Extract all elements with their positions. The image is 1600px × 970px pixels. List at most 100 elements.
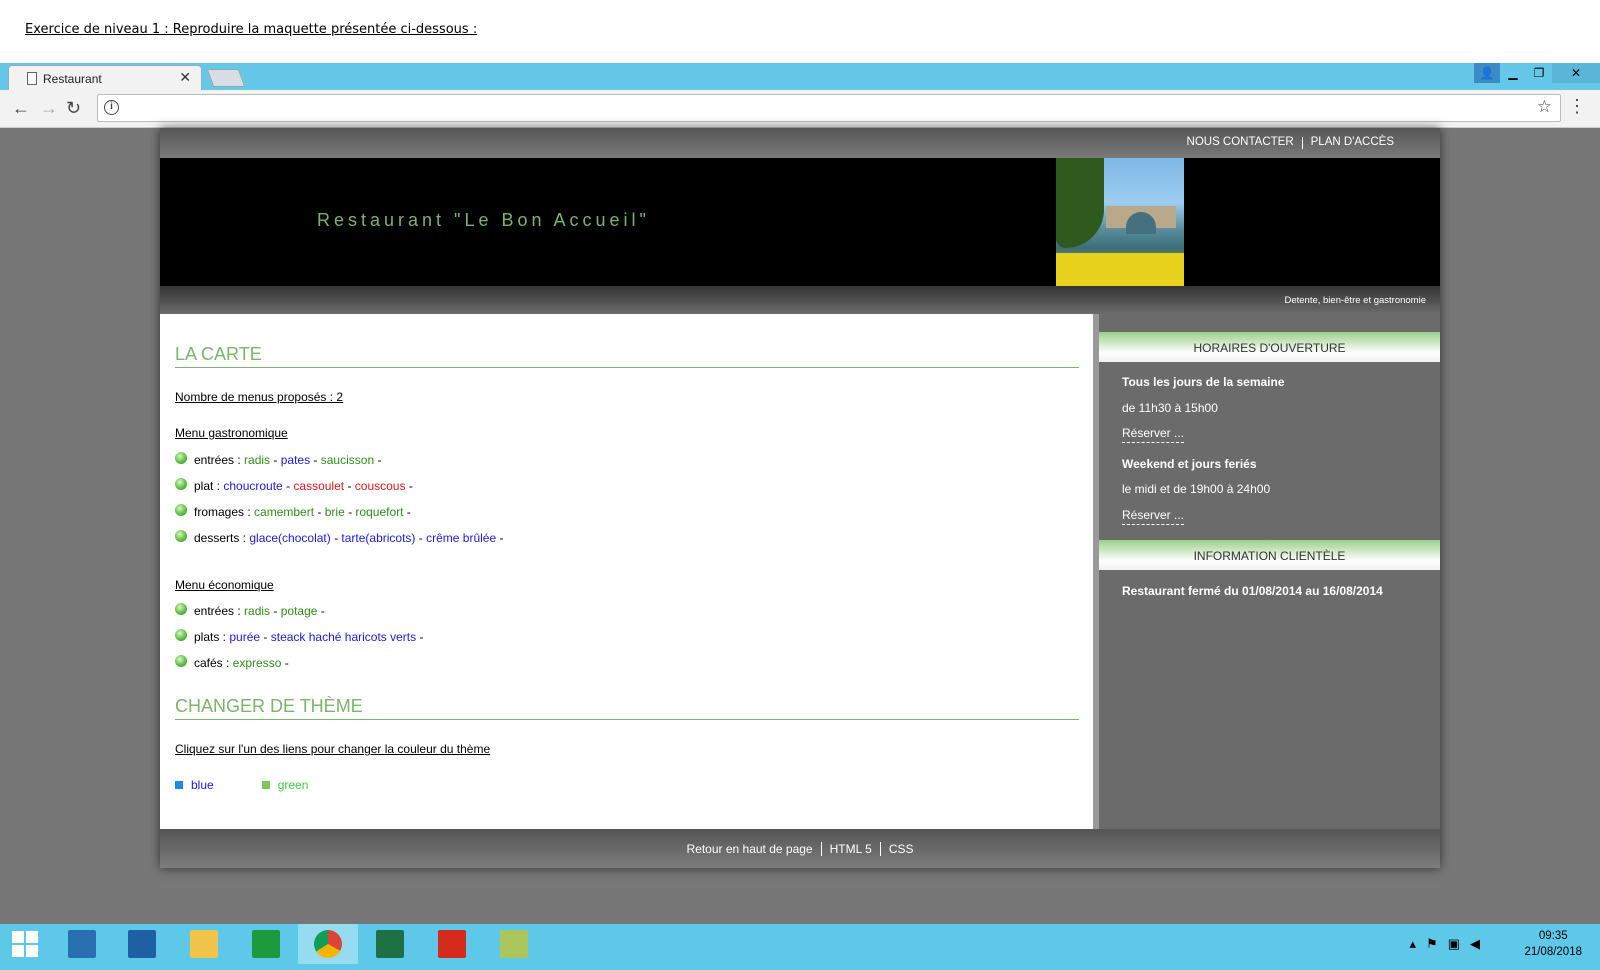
info-icon[interactable]: i [104, 100, 119, 115]
dish-link[interactable]: roquefort [355, 505, 403, 519]
menu-economique-row: entrées : radis - potage - [175, 603, 328, 618]
footer-separator [820, 841, 822, 856]
dish-link[interactable]: crême brûlée [426, 531, 496, 545]
bullet-icon [175, 530, 187, 542]
dish-separator: - [496, 531, 507, 545]
dish-link[interactable]: expresso [233, 656, 282, 670]
dish-separator: - [416, 630, 427, 644]
dish-link[interactable]: radis [244, 453, 270, 467]
dish-link[interactable]: cassoulet [293, 479, 344, 493]
user-icon[interactable]: 👤 [1474, 63, 1500, 83]
weekend-title: Weekend et jours feriés [1122, 457, 1257, 471]
menu-gastronomique-row: plat : choucroute - cassoulet - couscous… [175, 478, 417, 493]
start-button[interactable] [0, 924, 50, 964]
forward-icon[interactable]: → [40, 98, 58, 119]
dish-separator: - [374, 453, 385, 467]
dish-separator: - [405, 479, 417, 493]
menu-category-label: plats : [194, 630, 230, 644]
page-icon [27, 72, 37, 85]
dish-link[interactable]: tarte(abricots) [341, 531, 415, 545]
store-taskbar-icon[interactable] [236, 924, 296, 964]
tagline: Detente, bien-être et gastronomie [1284, 295, 1426, 306]
close-window-button[interactable]: ✕ [1552, 63, 1600, 83]
address-bar: ← → ↻ i ☆ ⋮ [0, 90, 1600, 128]
notepad-taskbar-icon[interactable] [484, 924, 544, 964]
blue-swatch [175, 781, 183, 789]
css-link[interactable]: CSS [889, 842, 914, 856]
powershell-taskbar-icon[interactable] [112, 924, 172, 964]
new-tab-button[interactable] [206, 69, 246, 87]
main-content: LA CARTE Nombre de menus proposés : 2 Me… [160, 314, 1093, 829]
dish-link[interactable]: glace(chocolat) [249, 531, 330, 545]
reserve-link-week[interactable]: Réserver ... [1122, 426, 1185, 443]
hours-header: HORAIRES D'OUVERTURE [1099, 332, 1440, 362]
tray-expand-icon[interactable]: ▴ [1410, 936, 1417, 952]
dish-link[interactable]: steack haché haricots verts [271, 630, 416, 644]
menu-gastronomique-row: desserts : glace(chocolat) - tarte(abric… [175, 530, 507, 545]
reload-icon[interactable]: ↻ [66, 98, 81, 119]
menu-category-label: fromages : [194, 505, 255, 519]
week-hours: de 11h30 à 15h00 [1122, 401, 1218, 415]
dish-link[interactable]: purée [229, 630, 260, 644]
bookmark-star-icon[interactable]: ☆ [1537, 97, 1552, 117]
dish-separator: - [415, 531, 427, 545]
dish-link[interactable]: pates [281, 453, 310, 467]
browser-menu-icon[interactable]: ⋮ [1568, 96, 1586, 117]
back-to-top-link[interactable]: Retour en haut de page [686, 842, 812, 856]
network-icon[interactable]: ▣ [1448, 936, 1460, 952]
dish-link[interactable]: radis [244, 604, 270, 618]
restore-button[interactable]: ❐ [1526, 63, 1552, 83]
dish-separator: - [344, 505, 356, 519]
windows-logo-icon [12, 931, 38, 957]
reserve-link-weekend[interactable]: Réserver ... [1122, 508, 1185, 525]
dish-link[interactable]: brie [325, 505, 345, 519]
dish-link[interactable]: choucroute [223, 479, 282, 493]
menu-gastronomique-title: Menu gastronomique [175, 426, 288, 440]
contact-link[interactable]: NOUS CONTACTER [1179, 136, 1302, 149]
menu-economique-title: Menu économique [175, 578, 274, 592]
minimize-button[interactable]: ▁ [1500, 63, 1526, 83]
volume-icon[interactable]: ◀ [1470, 936, 1480, 952]
section-title-theme: CHANGER DE THÈME [175, 696, 1079, 720]
theme-green-link[interactable]: green [278, 778, 309, 792]
back-icon[interactable]: ← [12, 98, 30, 119]
access-map-link[interactable]: PLAN D'ACCÈS [1303, 136, 1402, 149]
dish-link[interactable]: couscous [355, 479, 406, 493]
dish-separator: - [260, 630, 271, 644]
header-photo [1056, 158, 1184, 286]
window-controls: 👤 ▁ ❐ ✕ [1474, 63, 1600, 83]
menu-category-label: desserts : [194, 531, 250, 545]
dish-separator: - [282, 479, 294, 493]
menu-gastronomique-row: entrées : radis - pates - saucisson - [175, 452, 385, 467]
menus-count: Nombre de menus proposés : 2 [175, 390, 344, 404]
acrobat-taskbar-icon[interactable] [422, 924, 482, 964]
flag-icon[interactable]: ⚑ [1426, 936, 1438, 952]
chrome-taskbar-icon[interactable] [298, 924, 358, 964]
server-manager-taskbar-icon[interactable] [52, 924, 112, 964]
dish-link[interactable]: potage [281, 604, 318, 618]
browser-tab[interactable]: Restaurant ✕ [8, 65, 202, 90]
theme-blue-link[interactable]: blue [191, 778, 214, 792]
dish-link[interactable]: saucisson [321, 453, 374, 467]
html5-link[interactable]: HTML 5 [830, 842, 872, 856]
system-clock[interactable]: 09:35 21/08/2018 [1524, 928, 1582, 960]
tab-close-icon[interactable]: ✕ [179, 69, 191, 86]
menu-economique-row: plats : purée - steack haché haricots ve… [175, 629, 427, 644]
info-header: INFORMATION CLIENTÈLE [1099, 540, 1440, 570]
footer-separator [879, 841, 881, 856]
top-navigation: NOUS CONTACTER PLAN D'ACCÈS [160, 128, 1440, 158]
system-tray: ▴ ⚑ ▣ ◀ [1410, 936, 1480, 952]
dish-separator: - [270, 604, 281, 618]
excel-taskbar-icon[interactable] [360, 924, 420, 964]
dish-separator: - [281, 656, 293, 670]
restaurant-title: Restaurant "Le Bon Accueil" [317, 210, 650, 230]
file-explorer-taskbar-icon[interactable] [174, 924, 234, 964]
clock-date: 21/08/2018 [1524, 946, 1582, 958]
menu-category-label: entrées : [194, 604, 245, 618]
dish-link[interactable]: camembert [254, 505, 314, 519]
bullet-icon [175, 452, 187, 464]
menu-economique-row: cafés : expresso - [175, 655, 293, 670]
sidebar: HORAIRES D'OUVERTURE Tous les jours de l… [1093, 314, 1440, 829]
browser-tab-bar: Restaurant ✕ 👤 ▁ ❐ ✕ [0, 63, 1600, 90]
omnibox[interactable]: i ☆ [97, 94, 1561, 122]
